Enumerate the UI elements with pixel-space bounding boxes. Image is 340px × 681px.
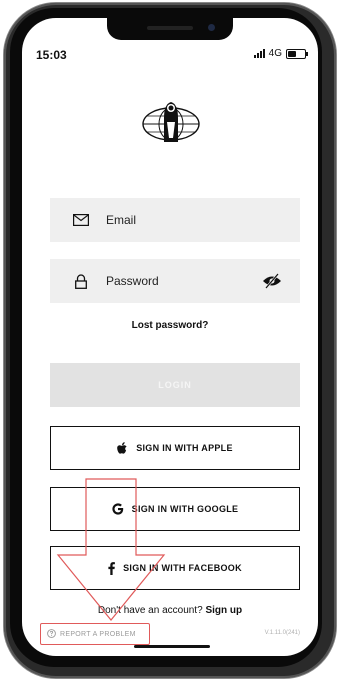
apple-signin-label: SIGN IN WITH APPLE bbox=[136, 443, 233, 453]
network-label: 4G bbox=[268, 48, 282, 59]
email-field[interactable] bbox=[50, 198, 300, 242]
facebook-icon bbox=[108, 561, 115, 575]
lost-password-link[interactable]: Lost password? bbox=[22, 320, 318, 331]
facebook-signin-label: SIGN IN WITH FACEBOOK bbox=[123, 563, 242, 573]
login-button[interactable]: LOGIN bbox=[50, 363, 300, 407]
notch bbox=[107, 18, 233, 40]
app-screen: 15:03 4G Lost passwor bbox=[22, 18, 318, 656]
front-camera bbox=[208, 24, 215, 31]
email-input[interactable] bbox=[104, 212, 258, 228]
report-problem-button[interactable]: REPORT A PROBLEM bbox=[40, 623, 150, 645]
envelope-icon bbox=[72, 211, 90, 229]
eye-slash-icon[interactable] bbox=[262, 272, 282, 290]
app-version: V.1.11.0(241) bbox=[264, 630, 300, 636]
google-icon bbox=[112, 503, 124, 515]
signup-prompt: Don't have an account? Sign up bbox=[22, 605, 318, 616]
password-field[interactable] bbox=[50, 259, 300, 303]
home-indicator bbox=[134, 645, 210, 648]
signal-icon bbox=[253, 49, 265, 58]
apple-signin-button[interactable]: SIGN IN WITH APPLE bbox=[50, 426, 300, 470]
signup-text: Don't have an account? bbox=[97, 605, 203, 616]
status-indicators: 4G bbox=[253, 48, 308, 59]
signup-link[interactable]: Sign up bbox=[205, 605, 242, 616]
apple-icon bbox=[117, 441, 128, 455]
brand-logo bbox=[142, 102, 200, 142]
password-input[interactable] bbox=[104, 273, 258, 289]
status-time: 15:03 bbox=[36, 48, 67, 62]
google-signin-button[interactable]: SIGN IN WITH GOOGLE bbox=[50, 487, 300, 531]
speaker-grille bbox=[147, 26, 193, 30]
google-signin-label: SIGN IN WITH GOOGLE bbox=[131, 504, 239, 514]
facebook-signin-button[interactable]: SIGN IN WITH FACEBOOK bbox=[50, 546, 300, 590]
lock-icon bbox=[72, 272, 90, 290]
question-icon bbox=[47, 628, 56, 640]
report-problem-label: REPORT A PROBLEM bbox=[60, 630, 136, 638]
battery-icon bbox=[286, 48, 308, 59]
